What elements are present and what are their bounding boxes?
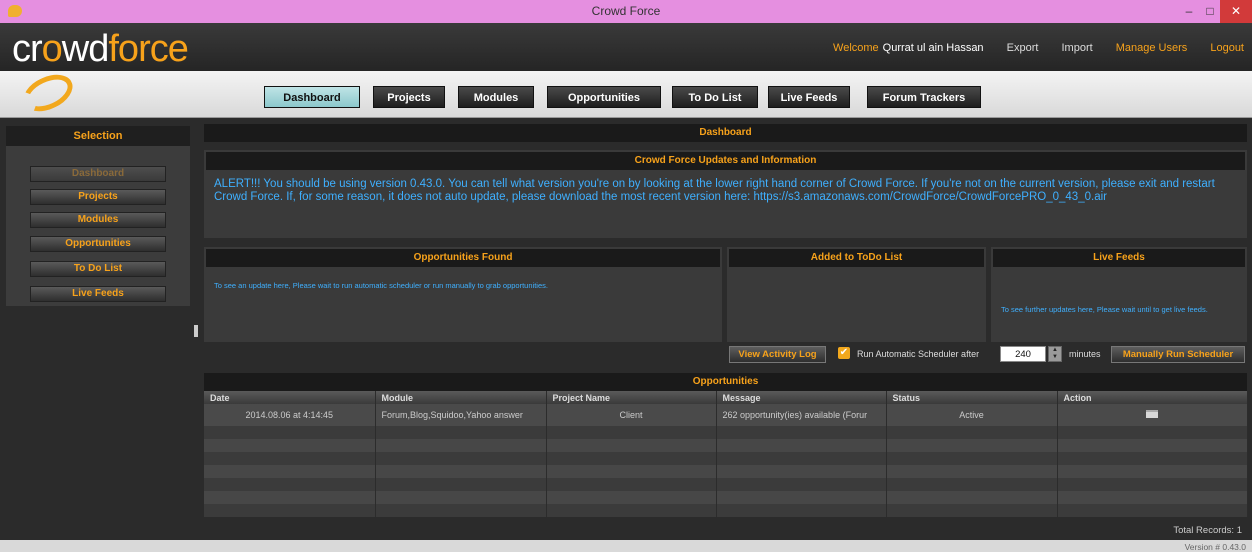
- table-row: [204, 491, 1248, 504]
- opportunities-table: Date Module Project Name Message Status …: [204, 391, 1248, 517]
- sidebar-item-todo-list[interactable]: To Do List: [30, 261, 166, 277]
- cell-status: Active: [886, 404, 1058, 426]
- sidebar-item-dashboard[interactable]: Dashboard: [30, 166, 166, 182]
- tab-projects[interactable]: Projects: [373, 86, 445, 108]
- column-header-status[interactable]: Status: [886, 391, 1058, 404]
- live-feeds-text: To see further updates here, Please wait…: [1001, 305, 1208, 314]
- todo-added-panel: Added to ToDo List: [727, 247, 986, 342]
- sidebar-item-live-feeds[interactable]: Live Feeds: [30, 286, 166, 302]
- table-row: [204, 465, 1248, 478]
- table-header-row: Date Module Project Name Message Status …: [204, 391, 1248, 404]
- live-feeds-panel: Live Feeds To see further updates here, …: [991, 247, 1247, 342]
- tab-dashboard[interactable]: Dashboard: [264, 86, 360, 108]
- tab-live-feeds[interactable]: Live Feeds: [768, 86, 850, 108]
- opportunities-title: Opportunities: [204, 373, 1247, 391]
- sidebar-item-projects[interactable]: Projects: [30, 189, 166, 205]
- import-link[interactable]: Import: [1061, 42, 1092, 54]
- minutes-input[interactable]: 240: [1000, 346, 1046, 362]
- cell-date: 2014.08.06 at 4:14:45: [204, 404, 376, 426]
- window-title: Crowd Force: [591, 4, 661, 18]
- opportunities-table-panel: Opportunities Date Module Project Name M…: [204, 373, 1248, 517]
- cell-action: [1057, 404, 1248, 426]
- title-bar: Crowd Force – □ ✕: [0, 0, 1252, 23]
- swoosh-logo-icon: [17, 67, 79, 119]
- close-button[interactable]: ✕: [1220, 0, 1252, 23]
- updates-title: Crowd Force Updates and Information: [206, 152, 1245, 170]
- user-name: Qurrat ul ain Hassan: [882, 42, 984, 54]
- column-header-module[interactable]: Module: [375, 391, 547, 404]
- cell-project-name: Client: [546, 404, 717, 426]
- auto-scheduler-label: Run Automatic Scheduler after: [857, 349, 980, 359]
- table-row: [204, 452, 1248, 465]
- sidebar-title: Selection: [6, 126, 190, 146]
- header-links: Welcome Qurrat ul ain Hassan Export Impor…: [813, 42, 1244, 54]
- view-activity-log-button[interactable]: View Activity Log: [729, 346, 826, 363]
- opportunities-found-title: Opportunities Found: [206, 249, 720, 267]
- table-row: [204, 504, 1248, 517]
- todo-added-title: Added to ToDo List: [729, 249, 984, 267]
- column-header-date[interactable]: Date: [204, 391, 376, 404]
- tab-opportunities[interactable]: Opportunities: [547, 86, 661, 108]
- dashboard-title: Dashboard: [204, 124, 1247, 142]
- welcome-label: Welcome: [833, 42, 879, 54]
- column-header-action[interactable]: Action: [1057, 391, 1248, 404]
- column-header-project-name[interactable]: Project Name: [546, 391, 717, 404]
- table-row: [204, 426, 1248, 439]
- auto-scheduler-checkbox[interactable]: ✔: [838, 347, 850, 359]
- maximize-button[interactable]: □: [1200, 0, 1220, 23]
- manage-users-link[interactable]: Manage Users: [1116, 42, 1188, 54]
- sidebar-item-opportunities[interactable]: Opportunities: [30, 236, 166, 252]
- column-header-message[interactable]: Message: [716, 391, 887, 404]
- minutes-label: minutes: [1069, 349, 1101, 359]
- cell-module: Forum,Blog,Squidoo,Yahoo answer: [375, 404, 547, 426]
- total-records: Total Records: 1: [1173, 525, 1242, 536]
- crowdforce-logo: crowdforce: [12, 28, 189, 70]
- opportunities-found-text: To see an update here, Please wait to ru…: [214, 281, 548, 290]
- minutes-stepper[interactable]: ▲ ▼: [1048, 346, 1062, 362]
- stepper-up-icon[interactable]: ▲: [1049, 347, 1061, 354]
- app-header: crowdforce Welcome Qurrat ul ain Hassan E…: [0, 23, 1252, 71]
- logout-link[interactable]: Logout: [1210, 42, 1244, 54]
- live-feeds-title: Live Feeds: [993, 249, 1245, 267]
- manually-run-scheduler-button[interactable]: Manually Run Scheduler: [1111, 346, 1245, 363]
- stepper-down-icon[interactable]: ▼: [1049, 354, 1061, 361]
- minimize-button[interactable]: –: [1178, 0, 1200, 23]
- nav-bar: Dashboard Projects Modules Opportunities…: [0, 67, 1252, 119]
- version-footer: Version # 0.43.0: [0, 540, 1252, 552]
- opportunities-found-panel: Opportunities Found To see an update her…: [204, 247, 722, 342]
- table-row: [204, 478, 1248, 491]
- tab-modules[interactable]: Modules: [458, 86, 534, 108]
- alert-message: ALERT!!! You should be using version 0.4…: [214, 178, 1215, 203]
- tab-todo-list[interactable]: To Do List: [672, 86, 758, 108]
- cell-message: 262 opportunity(ies) available (Forur: [716, 404, 887, 426]
- splitter-handle[interactable]: [194, 325, 198, 337]
- export-link[interactable]: Export: [1007, 42, 1039, 54]
- sidebar: Selection Dashboard Projects Modules Opp…: [6, 126, 190, 306]
- tab-forum-trackers[interactable]: Forum Trackers: [867, 86, 981, 108]
- updates-panel: Crowd Force Updates and Information ALER…: [204, 150, 1247, 238]
- table-row: [204, 439, 1248, 452]
- sidebar-item-modules[interactable]: Modules: [30, 212, 166, 228]
- calendar-icon[interactable]: [1146, 410, 1158, 418]
- table-row[interactable]: 2014.08.06 at 4:14:45 Forum,Blog,Squidoo…: [204, 404, 1248, 426]
